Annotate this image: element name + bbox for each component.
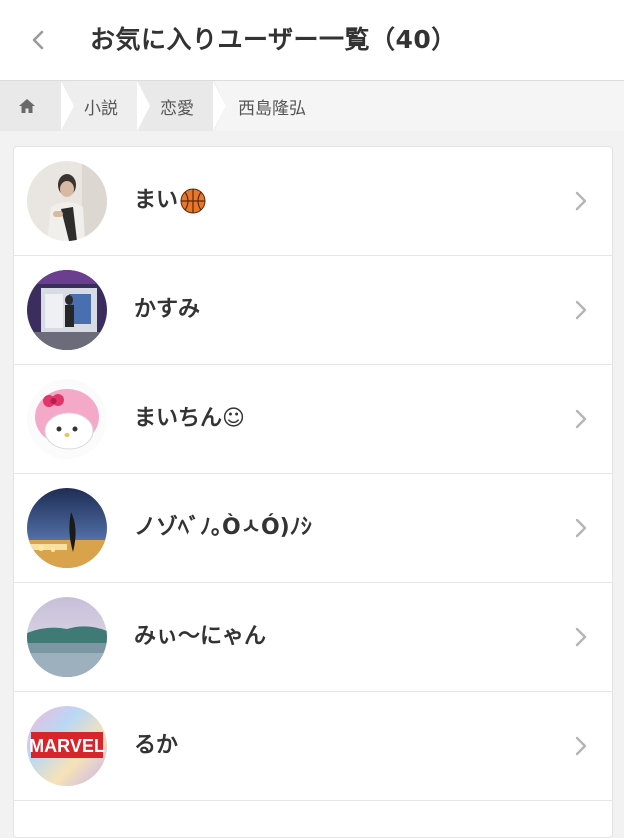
avatar — [27, 161, 107, 241]
chevron-right-icon — [575, 518, 587, 538]
user-name: るか — [134, 733, 179, 758]
list-item[interactable]: まい — [14, 147, 612, 256]
marvel-logo-text: MARVEL — [29, 736, 105, 756]
home-icon — [19, 99, 35, 113]
breadcrumb-label: 西島隆弘 — [238, 98, 306, 119]
avatar: MARVEL — [27, 706, 107, 786]
back-button[interactable] — [18, 20, 58, 60]
favorite-users-list: まい かすみ まいちん☺︎ ノゾﾍﾞﾉ｡ÒㅅÓ)ﾉｼ みぃ〜にゃん MARVEL… — [13, 146, 613, 838]
user-name: まい — [134, 183, 206, 219]
chevron-right-icon — [575, 409, 587, 429]
list-item[interactable]: ノゾﾍﾞﾉ｡ÒㅅÓ)ﾉｼ — [14, 474, 612, 583]
avatar — [27, 597, 107, 677]
breadcrumb-label: 恋愛 — [160, 98, 194, 119]
list-item[interactable]: MARVEL るか — [14, 692, 612, 801]
chevron-right-icon — [575, 191, 587, 211]
chevron-left-icon — [32, 30, 44, 50]
page-title: お気に入りユーザー一覧（40） — [90, 25, 457, 54]
list-item[interactable]: まいちん☺︎ — [14, 365, 612, 474]
chevron-right-icon — [575, 736, 587, 756]
list-item[interactable]: みぃ〜にゃん — [14, 583, 612, 692]
app-header: お気に入りユーザー一覧（40） — [0, 0, 624, 81]
basketball-icon — [180, 188, 206, 214]
breadcrumb-home[interactable] — [0, 81, 74, 131]
user-name: かすみ — [134, 297, 201, 322]
list-item[interactable]: かすみ — [14, 256, 612, 365]
breadcrumb-label: 小説 — [84, 98, 118, 119]
avatar — [27, 488, 107, 568]
avatar — [27, 379, 107, 459]
breadcrumb: 小説 恋愛 西島隆弘 — [0, 81, 624, 131]
chevron-right-icon — [575, 627, 587, 647]
user-name: まいちん☺︎ — [134, 406, 245, 431]
chevron-right-icon — [575, 300, 587, 320]
user-name: ノゾﾍﾞﾉ｡ÒㅅÓ)ﾉｼ — [134, 515, 312, 540]
breadcrumb-item-current: 西島隆弘 — [214, 81, 306, 131]
avatar — [27, 270, 107, 350]
user-name: みぃ〜にゃん — [134, 624, 267, 649]
